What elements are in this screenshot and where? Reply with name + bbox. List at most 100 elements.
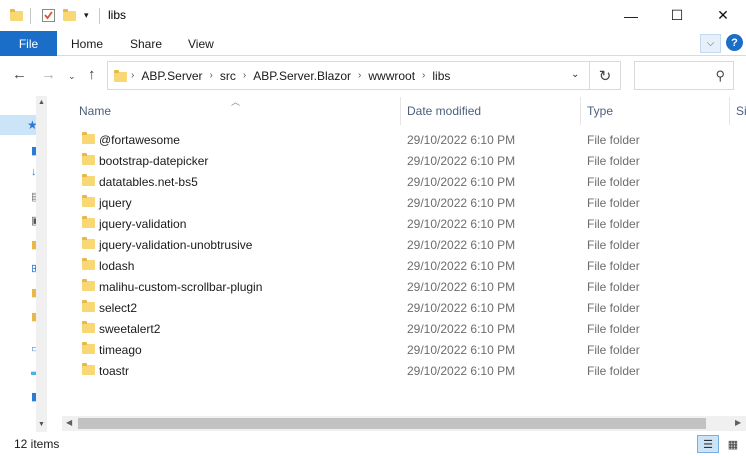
toolbar-divider xyxy=(30,8,31,24)
file-row[interactable]: jquery-validation 29/10/2022 6:10 PM File … xyxy=(62,213,746,234)
file-row[interactable]: malihu-custom-scrollbar-plugin 29/10/2022… xyxy=(62,276,746,297)
scroll-right-arrow-icon[interactable]: ▶ xyxy=(735,418,741,427)
file-date: 29/10/2022 6:10 PM xyxy=(407,259,516,273)
column-divider[interactable] xyxy=(729,97,730,125)
file-date: 29/10/2022 6:10 PM xyxy=(407,133,516,147)
file-name: jquery-validation xyxy=(99,217,187,231)
help-icon[interactable]: ? xyxy=(726,34,743,51)
breadcrumb-separator[interactable]: › xyxy=(240,70,249,81)
properties-checkmark-icon[interactable] xyxy=(42,8,56,22)
file-date: 29/10/2022 6:10 PM xyxy=(407,238,516,252)
column-divider[interactable] xyxy=(580,97,581,125)
breadcrumb-item[interactable]: wwwroot xyxy=(364,69,419,83)
breadcrumb-item[interactable]: src xyxy=(216,69,240,83)
column-header-name[interactable]: Name xyxy=(79,104,111,118)
tab-share[interactable]: Share xyxy=(130,37,162,51)
file-type: File folder xyxy=(587,196,640,210)
folder-icon xyxy=(82,258,95,270)
file-type: File folder xyxy=(587,217,640,231)
file-date: 29/10/2022 6:10 PM xyxy=(407,154,516,168)
file-name: datatables.net-bs5 xyxy=(99,175,198,189)
maximize-button[interactable]: ☐ xyxy=(654,0,700,31)
file-row[interactable]: bootstrap-datepicker 29/10/2022 6:10 PM Fi… xyxy=(62,150,746,171)
column-header-size[interactable]: Si xyxy=(736,104,746,118)
file-type: File folder xyxy=(587,259,640,273)
file-date: 29/10/2022 6:10 PM xyxy=(407,175,516,189)
file-row[interactable]: toastr 29/10/2022 6:10 PM File folder xyxy=(62,360,746,381)
file-date: 29/10/2022 6:10 PM xyxy=(407,322,516,336)
address-bar[interactable]: › ABP.Server › src › ABP.Server.Blazor ›… xyxy=(107,61,590,90)
file-date: 29/10/2022 6:10 PM xyxy=(407,196,516,210)
breadcrumb-separator[interactable]: › xyxy=(355,70,364,81)
file-type: File folder xyxy=(587,238,640,252)
folder-icon xyxy=(82,363,95,375)
breadcrumb-item[interactable]: libs xyxy=(428,69,454,83)
file-type: File folder xyxy=(587,301,640,315)
file-row[interactable]: @fortawesome 29/10/2022 6:10 PM File folde… xyxy=(62,129,746,150)
recent-locations-chevron-icon[interactable]: ⌄ xyxy=(68,71,76,82)
file-date: 29/10/2022 6:10 PM xyxy=(407,280,516,294)
expand-ribbon-chevron-icon[interactable]: ⌵ xyxy=(700,34,721,53)
file-type: File folder xyxy=(587,343,640,357)
column-header-date-modified[interactable]: Date modified xyxy=(407,104,481,118)
back-arrow-icon[interactable]: ← xyxy=(12,66,27,83)
file-type: File folder xyxy=(587,322,640,336)
minimize-button[interactable]: — xyxy=(608,0,654,31)
forward-arrow-icon[interactable]: → xyxy=(41,66,56,83)
file-date: 29/10/2022 6:10 PM xyxy=(407,343,516,357)
folder-icon xyxy=(10,8,24,22)
address-dropdown-chevron-icon[interactable]: ⌄ xyxy=(571,69,579,80)
customize-toolbar-dropdown-icon[interactable]: ▾ xyxy=(84,10,98,24)
close-button[interactable]: ✕ xyxy=(700,0,746,31)
column-divider[interactable] xyxy=(400,97,401,125)
nav-pane-vertical-scrollbar[interactable]: ▲ ▼ xyxy=(36,96,47,432)
file-row[interactable]: lodash 29/10/2022 6:10 PM File folder xyxy=(62,255,746,276)
breadcrumb-separator[interactable]: › xyxy=(419,70,428,81)
title-bar: ▾ libs — ☐ ✕ xyxy=(0,0,746,31)
file-type: File folder xyxy=(587,133,640,147)
tab-home[interactable]: Home xyxy=(71,37,103,51)
folder-icon xyxy=(82,300,95,312)
details-view-icon[interactable]: ☰ xyxy=(697,435,719,453)
breadcrumb-item[interactable]: ABP.Server xyxy=(137,69,206,83)
scroll-up-arrow-icon[interactable]: ▲ xyxy=(36,96,47,108)
file-row[interactable]: select2 29/10/2022 6:10 PM File folder xyxy=(62,297,746,318)
file-name: jquery-validation-unobtrusive xyxy=(99,238,253,252)
scrollbar-thumb[interactable] xyxy=(78,418,706,429)
breadcrumb-separator[interactable]: › xyxy=(128,70,137,81)
file-date: 29/10/2022 6:10 PM xyxy=(407,364,516,378)
large-icons-view-icon[interactable]: ▦ xyxy=(722,435,744,453)
window-title: libs xyxy=(108,8,127,22)
file-row[interactable]: timeago 29/10/2022 6:10 PM File folder xyxy=(62,339,746,360)
folder-icon xyxy=(82,279,95,291)
new-folder-icon[interactable] xyxy=(63,8,77,22)
folder-icon xyxy=(82,195,95,207)
scroll-left-arrow-icon[interactable]: ◀ xyxy=(66,418,72,427)
column-header-type[interactable]: Type xyxy=(587,104,613,118)
refresh-icon[interactable]: ↻ xyxy=(590,61,621,90)
file-name: lodash xyxy=(99,259,135,273)
tab-file[interactable]: File xyxy=(0,31,57,56)
tab-view[interactable]: View xyxy=(188,37,214,51)
folder-icon xyxy=(82,237,95,249)
scroll-down-arrow-icon[interactable]: ▼ xyxy=(36,418,47,430)
up-arrow-icon[interactable]: ↑ xyxy=(88,66,96,83)
file-row[interactable]: datatables.net-bs5 29/10/2022 6:10 PM File… xyxy=(62,171,746,192)
search-input[interactable]: ⚲ xyxy=(634,61,734,90)
sort-ascending-icon: ︿ xyxy=(231,97,241,107)
file-name: sweetalert2 xyxy=(99,322,161,336)
breadcrumb-item[interactable]: ABP.Server.Blazor xyxy=(249,69,355,83)
folder-icon xyxy=(82,174,95,186)
folder-icon xyxy=(114,69,128,83)
breadcrumb-separator[interactable]: › xyxy=(207,70,216,81)
file-date: 29/10/2022 6:10 PM xyxy=(407,217,516,231)
ribbon-tab-bar: File Home Share View ⌵ ? xyxy=(0,31,746,56)
file-row[interactable]: sweetalert2 29/10/2022 6:10 PM File folder xyxy=(62,318,746,339)
search-icon: ⚲ xyxy=(715,68,725,83)
file-type: File folder xyxy=(587,175,640,189)
file-row[interactable]: jquery 29/10/2022 6:10 PM File folder xyxy=(62,192,746,213)
horizontal-scrollbar[interactable]: ◀ ▶ xyxy=(62,416,746,431)
folder-icon xyxy=(82,216,95,228)
file-name: jquery xyxy=(99,196,132,210)
file-row[interactable]: jquery-validation-unobtrusive 29/10/2022 … xyxy=(62,234,746,255)
